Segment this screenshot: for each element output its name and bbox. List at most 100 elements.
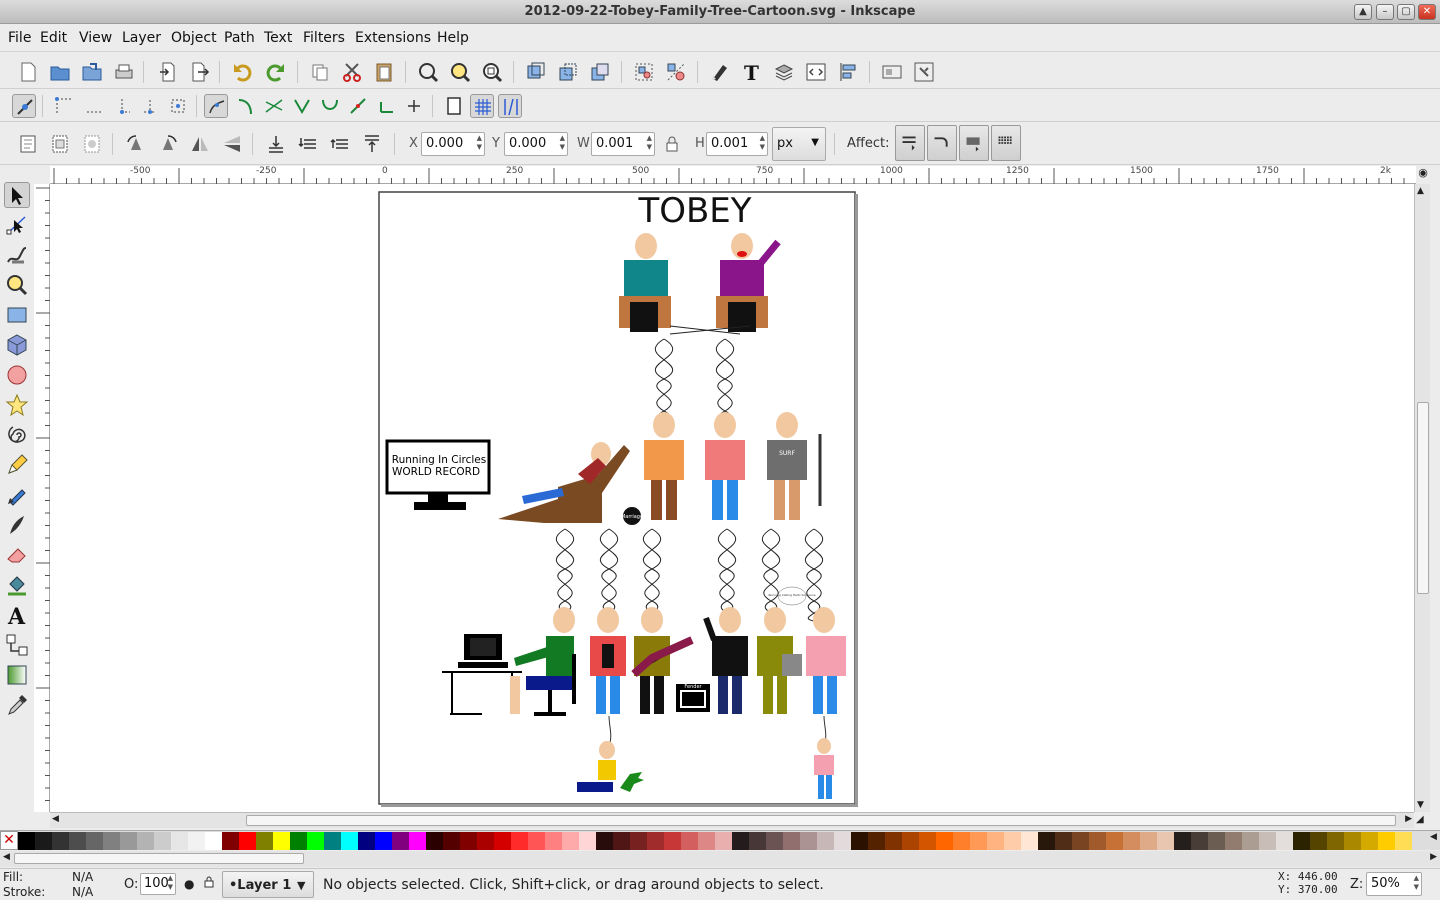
drawing-canvas[interactable]: TOBEY Running In Circles WORLD RECORD Ma… — [50, 184, 1414, 812]
snap-bbox-edge-icon[interactable] — [82, 94, 106, 118]
spin-arrows-icon[interactable]: ▲ ▼ — [647, 134, 652, 152]
color-swatch[interactable] — [1293, 832, 1310, 850]
color-swatch[interactable] — [970, 832, 987, 850]
spin-arrows-icon[interactable]: ▲ ▼ — [477, 134, 482, 152]
spin-arrows-icon[interactable]: ▲ ▼ — [168, 874, 173, 892]
snap-bbox-midpoint-icon[interactable] — [138, 94, 162, 118]
color-swatch[interactable] — [426, 832, 443, 850]
print-icon[interactable] — [112, 60, 136, 84]
color-swatch[interactable] — [664, 832, 681, 850]
shade-button[interactable]: ▲ — [1354, 4, 1372, 20]
menu-layer[interactable]: Layer — [122, 30, 161, 46]
snap-paths-icon[interactable] — [234, 94, 258, 118]
snap-bbox-icon[interactable] — [52, 94, 76, 118]
color-swatch[interactable] — [103, 832, 120, 850]
color-swatch[interactable] — [562, 832, 579, 850]
color-swatch[interactable] — [579, 832, 596, 850]
menu-filters[interactable]: Filters — [303, 30, 345, 46]
rectangle-tool-icon[interactable] — [4, 302, 30, 328]
spiral-tool-icon[interactable] — [4, 422, 30, 448]
color-swatch[interactable] — [511, 832, 528, 850]
zoom-tool-icon[interactable] — [4, 272, 30, 298]
color-swatch[interactable] — [1259, 832, 1276, 850]
affect-patterns-button[interactable] — [991, 125, 1021, 161]
cut-icon[interactable] — [340, 60, 364, 84]
y-field[interactable]: 0.000 ▲ ▼ — [504, 132, 568, 156]
menu-text[interactable]: Text — [264, 30, 292, 46]
color-swatch[interactable] — [902, 832, 919, 850]
raise-icon[interactable] — [328, 132, 352, 156]
color-swatch[interactable] — [409, 832, 426, 850]
snap-intersection-icon[interactable] — [262, 94, 286, 118]
copy-icon[interactable] — [308, 60, 332, 84]
color-swatch[interactable] — [188, 832, 205, 850]
color-swatch[interactable] — [358, 832, 375, 850]
3d-box-tool-icon[interactable] — [4, 332, 30, 358]
color-swatch[interactable] — [1106, 832, 1123, 850]
scroll-right-icon[interactable]: ▶ — [1430, 852, 1437, 862]
align-distribute-icon[interactable] — [836, 60, 860, 84]
pencil-tool-icon[interactable] — [4, 452, 30, 478]
snap-smooth-icon[interactable] — [318, 94, 342, 118]
color-swatch[interactable] — [86, 832, 103, 850]
color-swatch[interactable] — [443, 832, 460, 850]
group-icon[interactable] — [632, 60, 656, 84]
snap-cusp-icon[interactable] — [290, 94, 314, 118]
lock-icon[interactable] — [204, 876, 214, 888]
color-swatch[interactable] — [987, 832, 1004, 850]
color-swatch[interactable] — [375, 832, 392, 850]
palette-scrollbar[interactable]: ◀ ▶ — [0, 851, 1440, 867]
horizontal-scrollbar[interactable]: ◀ ▶ — [50, 812, 1414, 828]
scroll-left-icon[interactable]: ◀ — [3, 852, 10, 862]
color-swatch[interactable] — [868, 832, 885, 850]
horizontal-scroll-thumb[interactable] — [246, 815, 1396, 826]
document-properties-icon[interactable] — [880, 60, 904, 84]
color-swatch[interactable] — [851, 832, 868, 850]
color-swatch[interactable] — [18, 832, 35, 850]
color-swatch[interactable] — [834, 832, 851, 850]
color-swatch[interactable] — [1140, 832, 1157, 850]
color-swatch[interactable] — [239, 832, 256, 850]
snap-grid-icon[interactable] — [470, 94, 494, 118]
snap-rotation-center-icon[interactable] — [402, 94, 426, 118]
color-swatch[interactable] — [392, 832, 409, 850]
save-icon[interactable] — [80, 60, 104, 84]
color-swatch[interactable] — [613, 832, 630, 850]
scroll-up-icon[interactable]: ▲ — [1417, 186, 1424, 196]
color-swatch[interactable] — [494, 832, 511, 850]
color-swatch[interactable] — [1191, 832, 1208, 850]
duplicate-icon[interactable] — [524, 60, 548, 84]
select-all-layers-icon[interactable] — [48, 132, 72, 156]
h-field[interactable]: 0.001 ▲ ▼ — [706, 132, 768, 156]
tweak-tool-icon[interactable] — [4, 242, 30, 268]
menu-edit[interactable]: Edit — [40, 30, 67, 46]
color-swatch[interactable] — [528, 832, 545, 850]
color-swatch[interactable] — [1225, 832, 1242, 850]
color-swatch[interactable] — [1157, 832, 1174, 850]
new-document-icon[interactable] — [16, 60, 40, 84]
paste-icon[interactable] — [372, 60, 396, 84]
layer-select[interactable]: •Layer 1 ▼ — [222, 871, 314, 898]
w-field[interactable]: 0.001 ▲ ▼ — [591, 132, 655, 156]
open-folder-icon[interactable] — [48, 60, 72, 84]
color-swatch[interactable] — [715, 832, 732, 850]
snap-page-border-icon[interactable] — [442, 94, 466, 118]
color-swatch[interactable] — [1327, 832, 1344, 850]
x-field[interactable]: 0.000 ▲ ▼ — [421, 132, 485, 156]
color-swatch[interactable] — [1021, 832, 1038, 850]
color-swatch[interactable] — [1055, 832, 1072, 850]
color-swatch[interactable] — [800, 832, 817, 850]
color-swatch[interactable] — [273, 832, 290, 850]
affect-rounded-corners-button[interactable] — [927, 125, 957, 161]
color-swatch[interactable] — [171, 832, 188, 850]
menu-extensions[interactable]: Extensions — [355, 30, 431, 46]
color-swatch[interactable] — [1208, 832, 1225, 850]
snap-nodes-icon[interactable] — [204, 94, 228, 118]
color-swatch[interactable] — [137, 832, 154, 850]
export-icon[interactable] — [188, 60, 212, 84]
color-swatch[interactable] — [256, 832, 273, 850]
ungroup-icon[interactable] — [664, 60, 688, 84]
color-swatch[interactable] — [477, 832, 494, 850]
color-swatch[interactable] — [749, 832, 766, 850]
affect-stroke-width-button[interactable] — [895, 125, 925, 161]
